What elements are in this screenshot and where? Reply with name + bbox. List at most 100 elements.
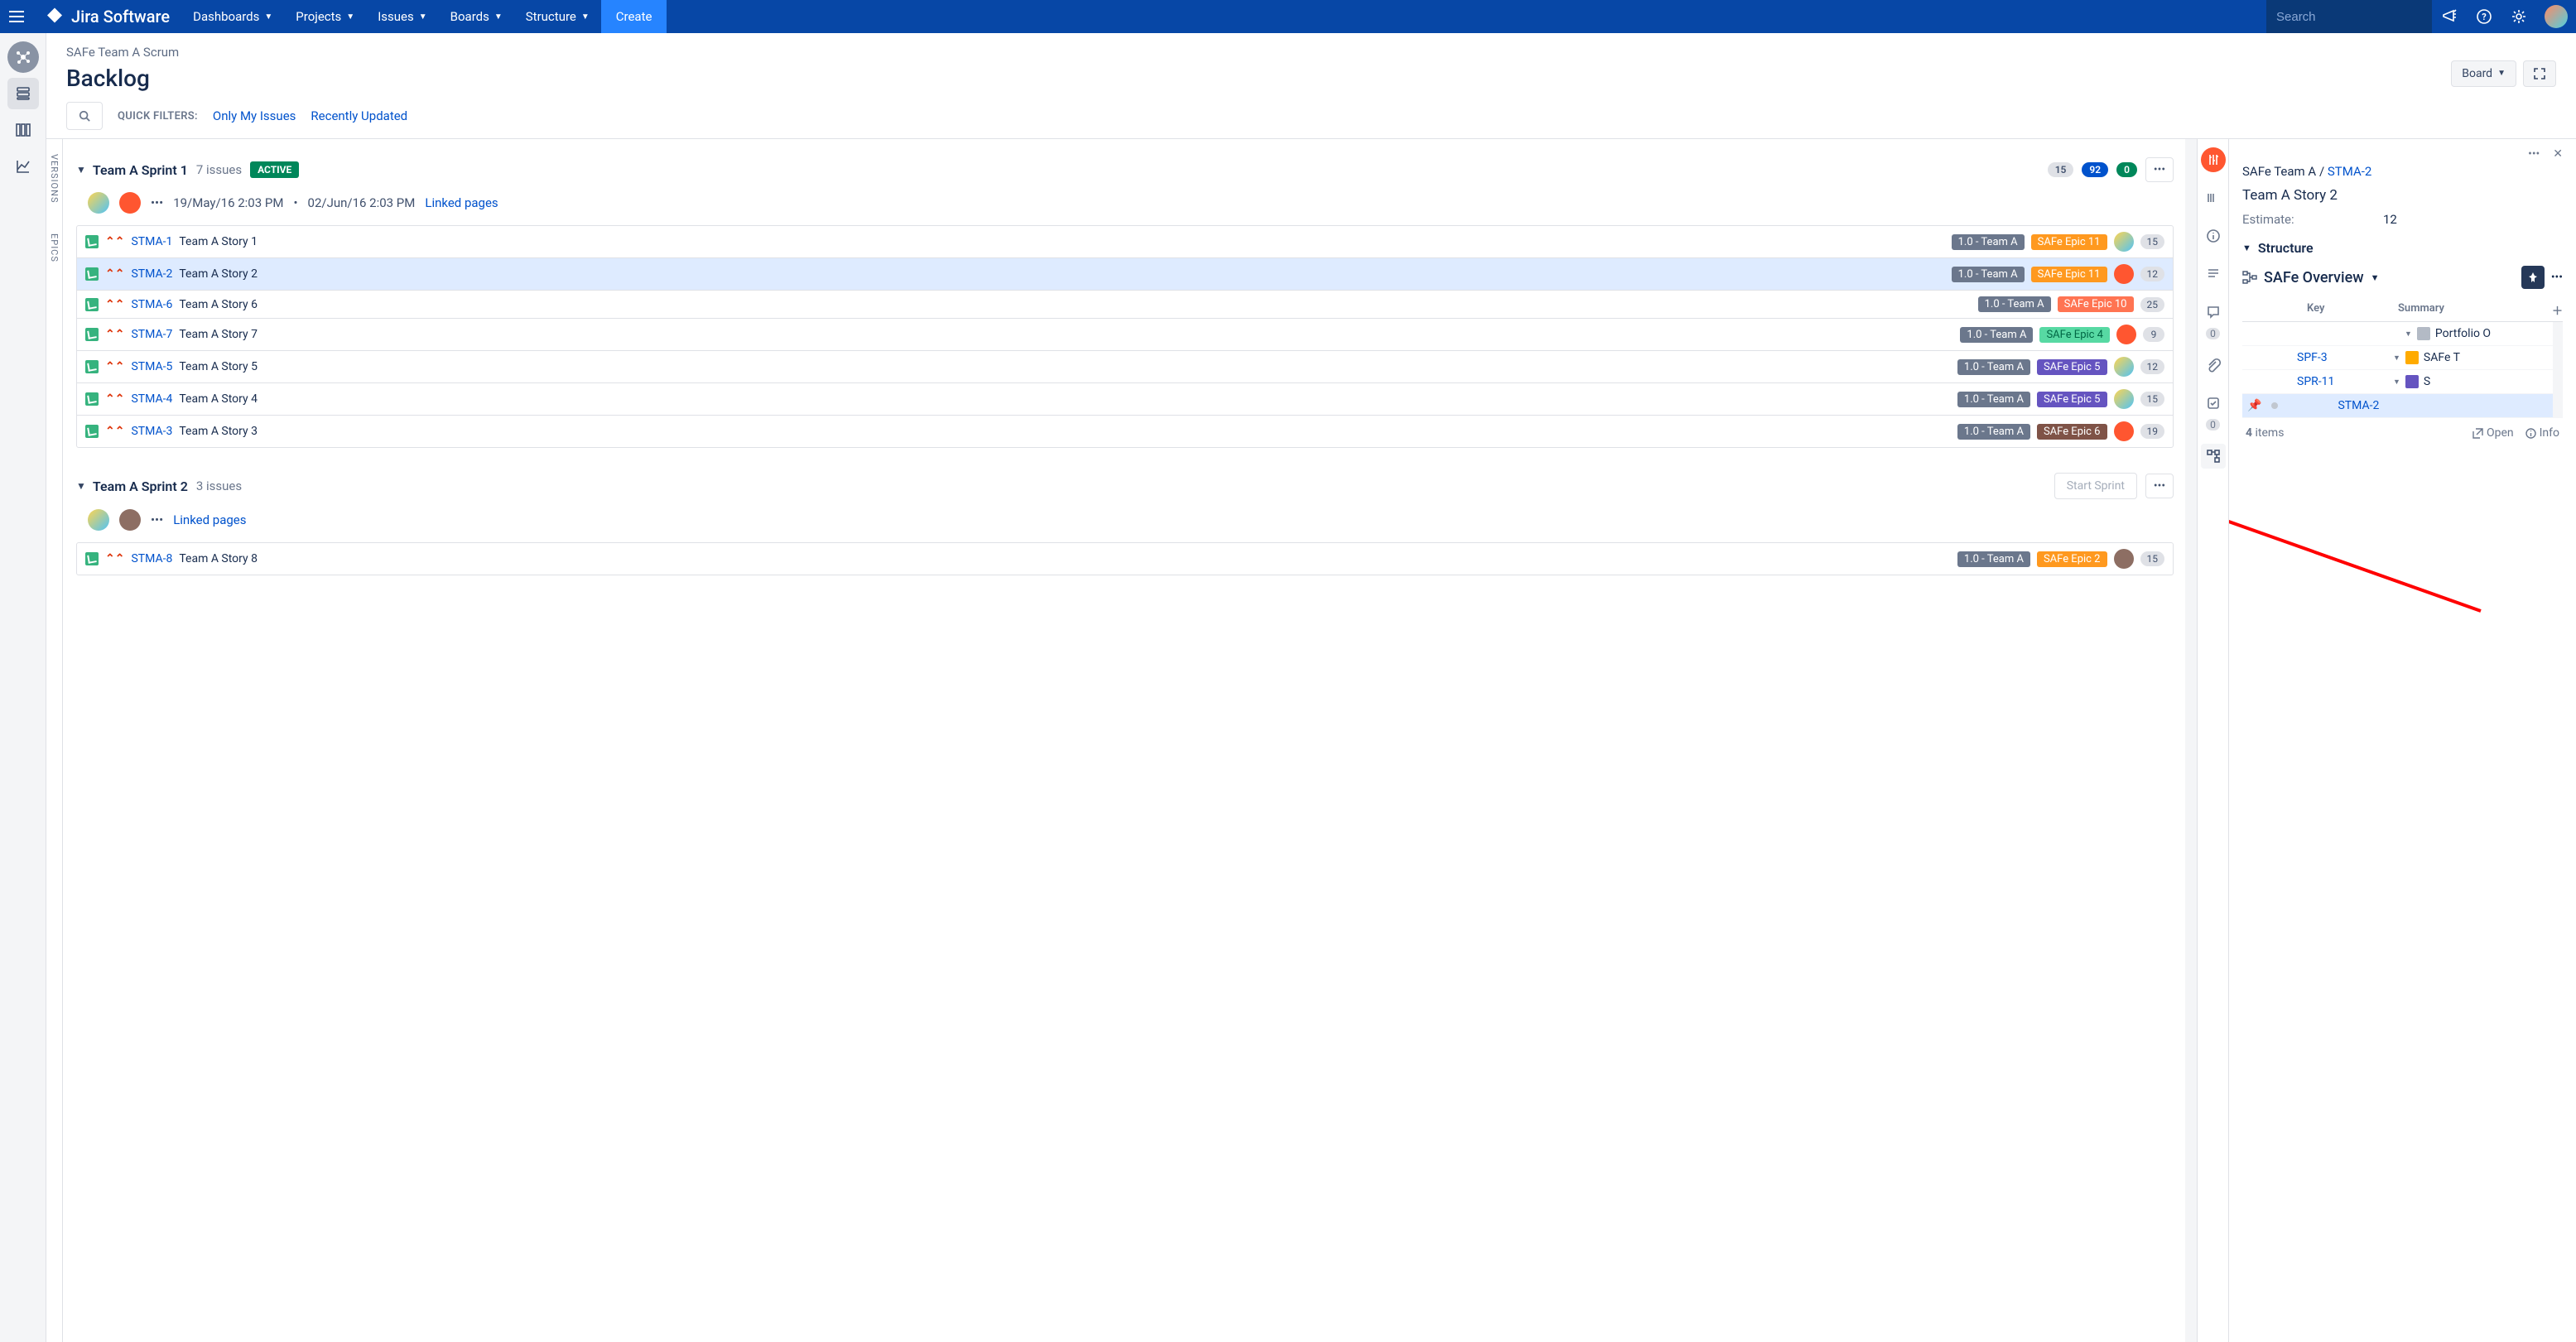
version-lozenge[interactable]: 1.0 - Team A	[1957, 424, 2030, 440]
issue-key[interactable]: STMA-6	[131, 298, 172, 311]
sprint-done-pill[interactable]: 0	[2116, 162, 2137, 177]
detail-tab-description-icon[interactable]	[2201, 262, 2226, 286]
structure-picker[interactable]: SAFe Overview ▼	[2242, 269, 2379, 286]
detail-more-icon[interactable]: •••	[2528, 147, 2540, 161]
assignee-avatar[interactable]	[119, 509, 141, 531]
rail-backlog-icon[interactable]	[7, 78, 39, 109]
rail-board-icon[interactable]	[7, 114, 39, 146]
assignee-avatar[interactable]	[2114, 421, 2134, 441]
estimate-badge[interactable]: 19	[2140, 424, 2165, 439]
estimate-badge[interactable]: 15	[2140, 234, 2165, 249]
global-search[interactable]	[2266, 0, 2432, 33]
version-lozenge[interactable]: 1.0 - Team A	[1957, 551, 2030, 567]
nav-item[interactable]: Projects▼	[284, 0, 366, 33]
detail-tab-info-icon[interactable]	[2201, 224, 2226, 248]
feedback-icon[interactable]	[2432, 0, 2467, 33]
app-switcher-icon[interactable]	[0, 11, 33, 22]
assignee-avatar[interactable]	[88, 192, 109, 214]
estimate-badge[interactable]: 12	[2140, 267, 2165, 281]
issue-key[interactable]: STMA-4	[131, 392, 172, 406]
version-lozenge[interactable]: 1.0 - Team A	[1952, 234, 2025, 250]
structure-add-column-icon[interactable]: ＋	[2552, 302, 2563, 318]
detail-tab-subtasks-icon[interactable]	[2201, 391, 2226, 416]
epics-tab[interactable]: EPICS	[49, 219, 60, 277]
product-logo[interactable]: Jira Software	[33, 7, 181, 26]
estimate-badge[interactable]: 15	[2140, 551, 2165, 566]
estimate-badge[interactable]: 12	[2140, 359, 2165, 374]
issue-key[interactable]: STMA-5	[131, 360, 172, 373]
structure-issue-key[interactable]: SPF-3	[2297, 351, 2388, 364]
more-assignees-icon[interactable]: •••	[151, 512, 163, 527]
epic-lozenge[interactable]: SAFe Epic 11	[2031, 267, 2107, 282]
quick-filter-link[interactable]: Recently Updated	[311, 108, 407, 123]
backlog-issue-row[interactable]: ⌃⌃ STMA-4 Team A Story 4 1.0 - Team A SA…	[77, 383, 2173, 416]
backlog-issue-row[interactable]: ⌃⌃ STMA-3 Team A Story 3 1.0 - Team A SA…	[77, 416, 2173, 447]
epic-lozenge[interactable]: SAFe Epic 2	[2037, 551, 2107, 567]
version-lozenge[interactable]: 1.0 - Team A	[1957, 392, 2030, 407]
structure-row[interactable]: ▼Portfolio O	[2242, 322, 2553, 346]
detail-tab-details-icon[interactable]	[2201, 185, 2226, 210]
sprint-actions-menu[interactable]: •••	[2145, 474, 2174, 498]
linked-pages-link[interactable]: Linked pages	[425, 195, 498, 210]
structure-pin-button[interactable]	[2521, 266, 2545, 289]
epic-lozenge[interactable]: SAFe Epic 10	[2058, 296, 2134, 312]
version-lozenge[interactable]: 1.0 - Team A	[1978, 296, 2051, 312]
estimate-badge[interactable]: 25	[2140, 297, 2165, 312]
twisty-icon[interactable]: ▼	[2388, 354, 2405, 363]
assignee-avatar[interactable]	[2114, 232, 2134, 252]
start-sprint-button[interactable]: Start Sprint	[2054, 473, 2137, 499]
backlog-issue-row[interactable]: ⌃⌃ STMA-2 Team A Story 2 1.0 - Team A SA…	[77, 258, 2173, 291]
backlog-issue-row[interactable]: ⌃⌃ STMA-5 Team A Story 5 1.0 - Team A SA…	[77, 351, 2173, 383]
issue-key[interactable]: STMA-7	[131, 328, 172, 341]
backlog-issue-row[interactable]: ⌃⌃ STMA-8 Team A Story 8 1.0 - Team A SA…	[77, 543, 2173, 575]
version-lozenge[interactable]: 1.0 - Team A	[1960, 327, 2033, 343]
filter-search-button[interactable]	[66, 102, 103, 130]
structure-open-link[interactable]: Open	[2472, 426, 2514, 440]
assignee-avatar[interactable]	[2114, 264, 2134, 284]
project-name[interactable]: SAFe Team A Scrum	[66, 45, 179, 60]
rail-reports-icon[interactable]	[7, 151, 39, 182]
backlog-issue-row[interactable]: ⌃⌃ STMA-1 Team A Story 1 1.0 - Team A SA…	[77, 226, 2173, 258]
structure-col-key[interactable]: Key	[2307, 302, 2398, 318]
quick-filter-link[interactable]: Only My Issues	[213, 108, 296, 123]
issue-key[interactable]: STMA-2	[131, 267, 172, 281]
structure-more-icon[interactable]: •••	[2551, 271, 2563, 284]
structure-col-summary[interactable]: Summary	[2398, 302, 2552, 318]
structure-row[interactable]: 📌STMA-2	[2242, 394, 2553, 418]
issue-key[interactable]: STMA-1	[131, 235, 172, 248]
assignee-avatar[interactable]	[119, 192, 141, 214]
assignee-avatar[interactable]	[2114, 357, 2134, 377]
nav-item[interactable]: Structure▼	[514, 0, 601, 33]
settings-icon[interactable]	[2501, 0, 2536, 33]
structure-row[interactable]: SPR-11▼S	[2242, 370, 2553, 394]
assignee-avatar[interactable]	[2116, 325, 2136, 344]
backlog-issue-row[interactable]: ⌃⌃ STMA-6 Team A Story 6 1.0 - Team A SA…	[77, 291, 2173, 319]
search-input[interactable]	[2276, 10, 2441, 24]
nav-item[interactable]: Issues▼	[366, 0, 438, 33]
structure-issue-key[interactable]: STMA-2	[2338, 399, 2379, 412]
more-assignees-icon[interactable]: •••	[151, 195, 163, 210]
sprint-inprogress-pill[interactable]: 92	[2082, 162, 2108, 177]
issue-key[interactable]: STMA-8	[131, 552, 172, 565]
detail-close-icon[interactable]: ✕	[2553, 147, 2563, 161]
issue-key[interactable]: STMA-3	[131, 425, 172, 438]
structure-info-link[interactable]: Info	[2525, 426, 2559, 440]
structure-row[interactable]: SPF-3▼SAFe T	[2242, 346, 2553, 370]
version-lozenge[interactable]: 1.0 - Team A	[1952, 267, 2025, 282]
epic-lozenge[interactable]: SAFe Epic 6	[2037, 424, 2107, 440]
estimate-value[interactable]: 12	[2383, 212, 2397, 227]
backlog-issue-row[interactable]: ⌃⌃ STMA-7 Team A Story 7 1.0 - Team A SA…	[77, 319, 2173, 351]
detail-tab-structure-icon[interactable]	[2201, 444, 2226, 469]
detail-issue-key[interactable]: STMA-2	[2328, 164, 2371, 179]
board-switcher[interactable]: Board ▼	[2451, 60, 2516, 87]
nav-item[interactable]: Dashboards▼	[181, 0, 284, 33]
epic-lozenge[interactable]: SAFe Epic 4	[2039, 327, 2110, 343]
versions-tab[interactable]: VERSIONS	[49, 139, 60, 219]
sprint-toggle[interactable]: ▼Team A Sprint 2	[76, 479, 188, 494]
fullscreen-button[interactable]	[2523, 60, 2556, 87]
linked-pages-link[interactable]: Linked pages	[173, 512, 246, 527]
rail-network-icon[interactable]	[7, 41, 39, 73]
sprint-toggle[interactable]: ▼Team A Sprint 1	[76, 162, 188, 178]
profile-avatar[interactable]	[2545, 5, 2568, 28]
structure-issue-key[interactable]: SPR-11	[2297, 375, 2388, 388]
